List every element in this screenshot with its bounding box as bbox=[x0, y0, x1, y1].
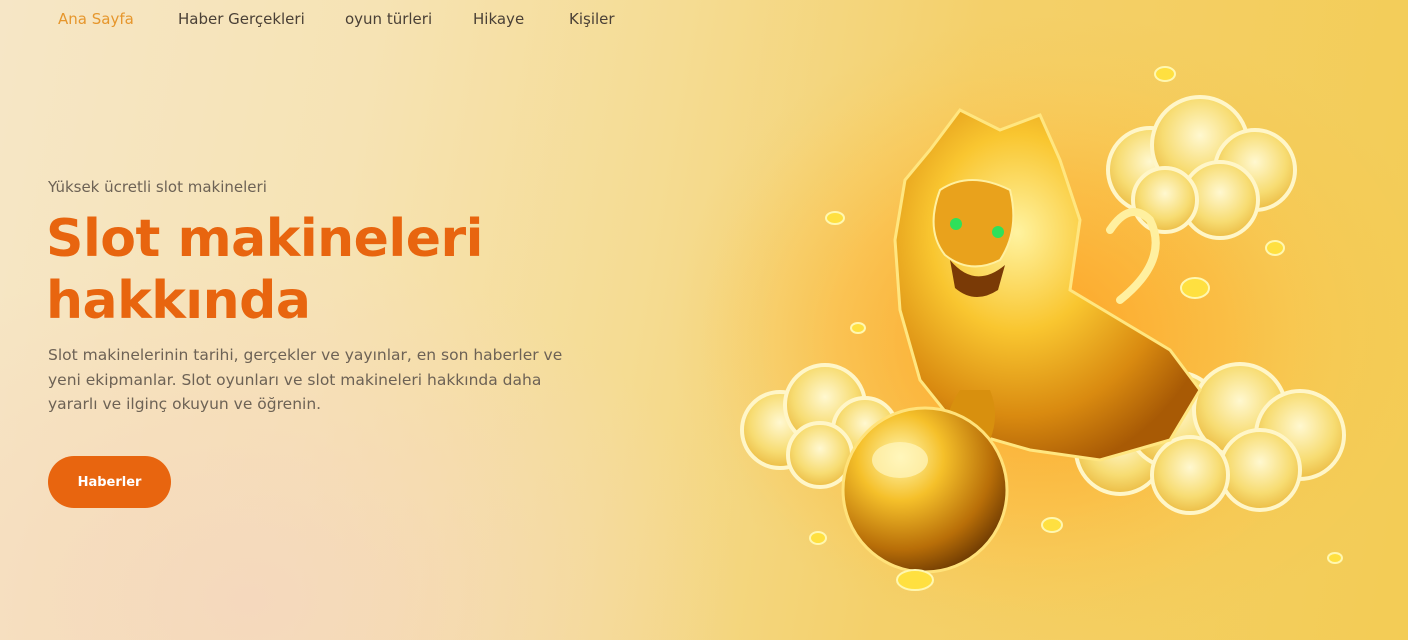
nav-item-people[interactable]: Kişiler bbox=[569, 10, 615, 28]
nav-item-game-types[interactable]: oyun türleri bbox=[345, 10, 432, 28]
hero-title: Slot makineleri hakkında bbox=[46, 208, 606, 332]
nav-item-news-facts[interactable]: Haber Gerçekleri bbox=[178, 10, 305, 28]
nav-item-home[interactable]: Ana Sayfa bbox=[58, 10, 134, 28]
hero-eyebrow: Yüksek ücretli slot makineleri bbox=[48, 178, 267, 196]
golden-dragon-illustration bbox=[700, 60, 1360, 620]
news-button[interactable]: Haberler bbox=[48, 456, 171, 508]
hero-description: Slot makinelerinin tarihi, gerçekler ve … bbox=[48, 346, 563, 413]
hero-title-line-2: hakkında bbox=[46, 271, 311, 331]
top-nav: Ana Sayfa Haber Gerçekleri oyun türleri … bbox=[0, 0, 1408, 40]
hero-title-line-1: Slot makineleri bbox=[46, 209, 484, 269]
nav-item-story[interactable]: Hikaye bbox=[473, 10, 524, 28]
golden-orb bbox=[841, 406, 1009, 574]
